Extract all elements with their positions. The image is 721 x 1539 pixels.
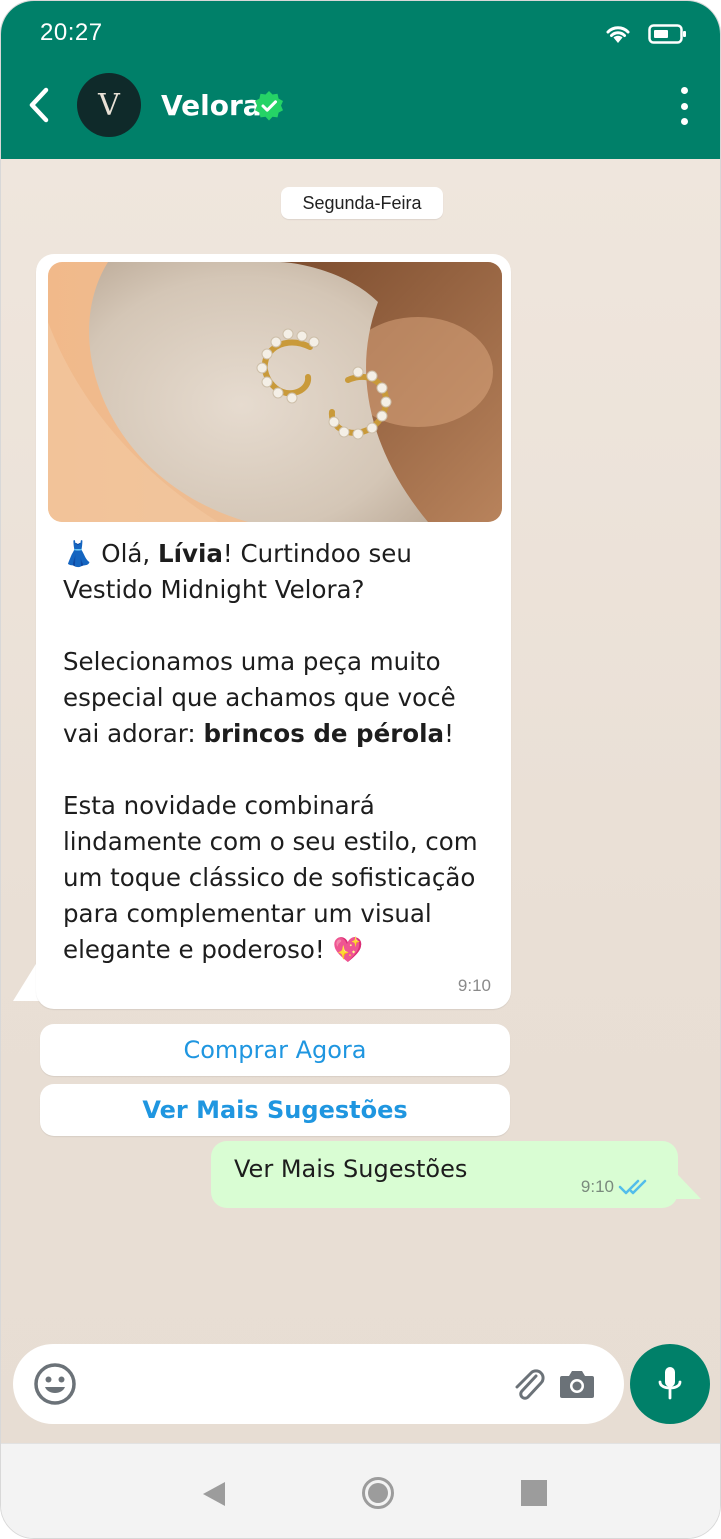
nav-back-icon[interactable] [201,1480,227,1508]
buy-now-button[interactable]: Comprar Agora [40,1024,510,1076]
contact-avatar[interactable]: V [77,73,141,137]
product-image[interactable] [48,262,502,522]
phone-screen: 20:27 V Velora Segunda-Feira 👗 Olá, Lívi… [0,0,721,1539]
microphone-icon [658,1367,682,1400]
outgoing-message-bubble[interactable]: Ver Mais Sugestões 9:10 [211,1141,678,1208]
sparkling-heart-emoji: 💖 [332,935,363,964]
closing-text: Esta novidade combinará lindamente com o… [63,791,478,964]
incoming-message-bubble[interactable]: 👗 Olá, Lívia! Curtindoo seu Vestido Midn… [36,254,511,1009]
system-navigation-bar [1,1443,720,1538]
dot-icon [680,102,688,110]
dress-emoji: 👗 [63,539,94,568]
battery-icon [648,24,686,44]
double-check-icon [618,1179,647,1195]
outgoing-message-time: 9:10 [580,1177,614,1196]
outgoing-message-text: Ver Mais Sugestões [234,1155,468,1183]
incoming-message-time: 9:10 [457,976,491,995]
dot-icon [680,87,688,94]
outgoing-message-meta: 9:10 [581,1177,652,1197]
back-arrow-icon [29,87,49,123]
customer-name: Lívia [157,539,223,568]
message-composer [13,1344,624,1424]
status-icons [604,21,688,47]
voice-message-button[interactable] [630,1344,710,1424]
product-name: brincos de pérola [203,719,445,748]
nav-home-icon[interactable] [362,1477,394,1509]
camera-icon[interactable] [558,1366,596,1402]
greeting-text: Olá, [93,539,158,568]
verified-badge-icon [255,91,283,121]
date-separator: Segunda-Feira [281,187,443,219]
dot-icon [680,118,688,125]
chat-header: 20:27 V Velora [1,1,720,159]
emoji-icon[interactable] [33,1362,77,1406]
back-button[interactable] [21,81,57,129]
wifi-icon [606,26,630,43]
message-paragraph: 👗 Olá, Lívia! Curtindoo seu Vestido Midn… [63,536,493,608]
offer-suffix: ! [444,719,454,748]
chat-area[interactable]: Segunda-Feira 👗 Olá, Lívia! Curtindoo se… [1,159,720,1443]
more-options-button[interactable] [676,87,692,125]
status-time: 20:27 [40,19,103,46]
message-input[interactable] [93,1364,493,1404]
contact-name[interactable]: Velora [161,89,262,122]
more-suggestions-button[interactable]: Ver Mais Sugestões [40,1084,510,1136]
pearl-earrings-photo [48,262,502,522]
incoming-message-text: 👗 Olá, Lívia! Curtindoo seu Vestido Midn… [63,536,493,968]
paperclip-icon[interactable] [510,1366,546,1402]
nav-recents-icon[interactable] [521,1480,547,1506]
message-paragraph: Esta novidade combinará lindamente com o… [63,788,493,968]
message-paragraph: Selecionamos uma peça muito especial que… [63,644,493,752]
avatar-letter: V [98,87,120,123]
